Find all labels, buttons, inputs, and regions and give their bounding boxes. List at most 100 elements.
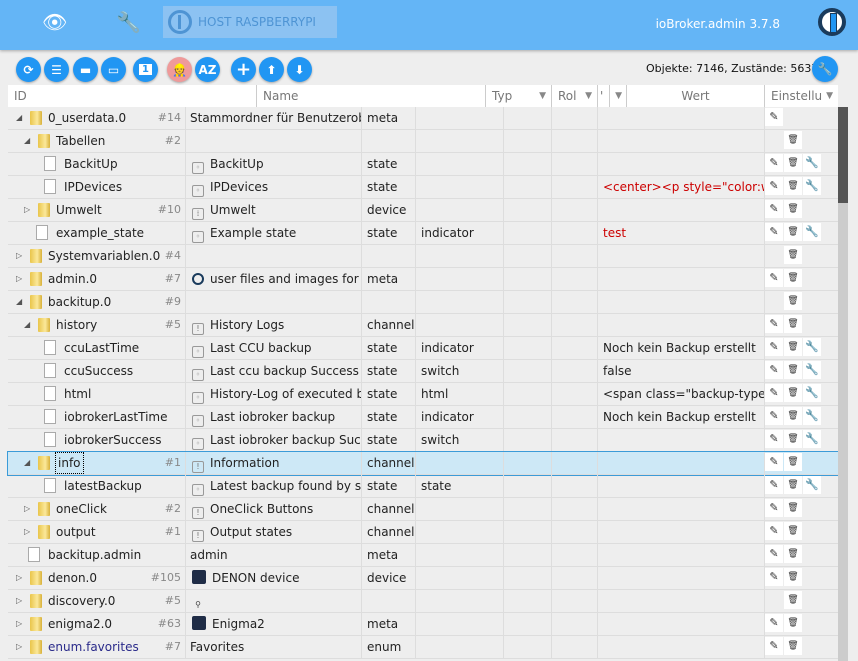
edit-button[interactable]: ✎ bbox=[765, 108, 783, 126]
table-row[interactable]: ▷ output #1! Output states channel ✎ 🗑 bbox=[8, 521, 838, 544]
value-cell[interactable] bbox=[598, 429, 765, 451]
delete-button[interactable]: 🗑 bbox=[784, 568, 802, 586]
delete-button[interactable]: 🗑 bbox=[784, 315, 802, 333]
object-id[interactable]: BackitUp bbox=[64, 153, 118, 175]
delete-button[interactable]: 🗑 bbox=[784, 522, 802, 540]
table-row[interactable]: example_state ◦ Example state state indicato… bbox=[8, 222, 838, 245]
column-function[interactable]: ▼ bbox=[610, 85, 627, 107]
table-row[interactable]: ▷ enum.favorites #7 Favorites enum ✎ 🗑 bbox=[8, 636, 838, 659]
edit-button[interactable]: ✎ bbox=[765, 522, 783, 540]
value-cell[interactable] bbox=[598, 314, 765, 336]
scrollbar[interactable] bbox=[838, 107, 848, 661]
table-row[interactable]: ▷ denon.0 #105 DENON device device ✎ 🗑 bbox=[8, 567, 838, 590]
value-cell[interactable]: false bbox=[598, 360, 765, 382]
table-row[interactable]: backitup.admin admin meta ✎ 🗑 bbox=[8, 544, 838, 567]
dropdown-icon[interactable]: ▼ bbox=[585, 85, 592, 107]
column-value[interactable]: Wert bbox=[627, 85, 765, 107]
collapse-icon[interactable]: ◢ bbox=[24, 452, 30, 474]
edit-button[interactable]: ✎ bbox=[765, 476, 783, 494]
refresh-button[interactable]: ⟳ bbox=[16, 57, 41, 82]
expand-icon[interactable]: ▷ bbox=[16, 613, 22, 635]
expert-mode-button[interactable]: 👷 bbox=[167, 57, 192, 82]
edit-button[interactable]: ✎ bbox=[765, 177, 783, 195]
object-id[interactable]: html bbox=[64, 383, 91, 405]
value-cell[interactable]: Noch kein Backup erstellt bbox=[598, 406, 765, 428]
delete-button[interactable]: 🗑 bbox=[784, 200, 802, 218]
expand-icon[interactable]: ▷ bbox=[16, 268, 22, 290]
value-cell[interactable] bbox=[598, 475, 765, 497]
dropdown-icon[interactable]: ▼ bbox=[615, 85, 622, 107]
object-id[interactable]: oneClick bbox=[56, 498, 107, 520]
edit-button[interactable]: ✎ bbox=[765, 545, 783, 563]
object-id[interactable]: output bbox=[56, 521, 96, 543]
edit-button[interactable]: ✎ bbox=[765, 568, 783, 586]
object-id[interactable]: Tabellen bbox=[56, 130, 105, 152]
custom-settings-button[interactable]: 🔧 bbox=[803, 154, 821, 172]
value-cell[interactable] bbox=[598, 291, 765, 313]
table-row[interactable]: ◢ Tabellen #2 🗑 bbox=[8, 130, 838, 153]
delete-button[interactable]: 🗑 bbox=[784, 131, 802, 149]
delete-button[interactable]: 🗑 bbox=[784, 338, 802, 356]
custom-settings-button[interactable]: 🔧 bbox=[803, 177, 821, 195]
collapse-icon[interactable]: ◢ bbox=[16, 107, 22, 129]
object-id[interactable]: latestBackup bbox=[64, 475, 142, 497]
delete-button[interactable]: 🗑 bbox=[784, 154, 802, 172]
value-cell[interactable] bbox=[598, 613, 765, 635]
host-selector[interactable]: HOST RASPBERRYPI bbox=[163, 6, 337, 38]
expand-icon[interactable]: ▷ bbox=[16, 636, 22, 658]
custom-settings-button[interactable]: 🔧 bbox=[803, 407, 821, 425]
value-cell[interactable] bbox=[598, 498, 765, 520]
custom-settings-button[interactable]: 🔧 bbox=[803, 384, 821, 402]
delete-button[interactable]: 🗑 bbox=[784, 614, 802, 632]
table-row[interactable]: ▷ admin.0 #7 user files and images for ... m… bbox=[8, 268, 838, 291]
object-id[interactable]: IPDevices bbox=[64, 176, 122, 198]
eye-icon[interactable]: 👁 bbox=[42, 10, 67, 34]
id-button[interactable]: 1 bbox=[133, 57, 158, 82]
value-cell[interactable] bbox=[598, 199, 765, 221]
object-id[interactable]: Umwelt bbox=[56, 199, 102, 221]
delete-button[interactable]: 🗑 bbox=[784, 177, 802, 195]
object-id[interactable]: ccuLastTime bbox=[64, 337, 139, 359]
list-view-button[interactable]: ☰ bbox=[44, 57, 69, 82]
object-id[interactable]: denon.0 bbox=[48, 567, 97, 589]
add-button[interactable]: + bbox=[231, 57, 256, 82]
iobroker-logo-icon[interactable] bbox=[818, 8, 846, 36]
custom-settings-button[interactable]: 🔧 bbox=[803, 361, 821, 379]
object-id[interactable]: backitup.admin bbox=[48, 544, 141, 566]
value-cell[interactable] bbox=[598, 452, 765, 474]
delete-button[interactable]: 🗑 bbox=[784, 453, 802, 471]
edit-button[interactable]: ✎ bbox=[765, 315, 783, 333]
object-id[interactable]: iobrokerLastTime bbox=[64, 406, 168, 428]
object-id[interactable]: discovery.0 bbox=[48, 590, 115, 612]
expand-icon[interactable]: ▷ bbox=[16, 245, 22, 267]
table-row[interactable]: html ◦ History-Log of executed b... state ht… bbox=[8, 383, 838, 406]
table-row[interactable]: ccuSuccess ◦ Last ccu backup Success state s… bbox=[8, 360, 838, 383]
table-row[interactable]: latestBackup ◦ Latest backup found by st..… bbox=[8, 475, 838, 498]
value-cell[interactable] bbox=[598, 636, 765, 658]
folder-button[interactable]: ▬ bbox=[73, 57, 98, 82]
value-cell[interactable] bbox=[598, 521, 765, 543]
table-row[interactable]: ◢ 0_userdata.0 #14 Stammordner für Benutzer… bbox=[8, 107, 838, 130]
object-id[interactable]: Systemvariablen.0 bbox=[48, 245, 160, 267]
delete-button[interactable]: 🗑 bbox=[784, 637, 802, 655]
object-id[interactable]: iobrokerSuccess bbox=[64, 429, 161, 451]
sort-az-button[interactable]: AZ bbox=[195, 57, 220, 82]
object-id[interactable]: backitup.0 bbox=[48, 291, 111, 313]
edit-button[interactable]: ✎ bbox=[765, 338, 783, 356]
value-cell[interactable]: <center><p style="color:whi bbox=[598, 176, 765, 198]
object-id[interactable]: info bbox=[55, 452, 84, 474]
delete-button[interactable]: 🗑 bbox=[784, 545, 802, 563]
table-row[interactable]: BackitUp ◦ BackitUp state ✎ 🗑 🔧 bbox=[8, 153, 838, 176]
value-cell[interactable] bbox=[598, 245, 765, 267]
value-cell[interactable] bbox=[598, 268, 765, 290]
value-cell[interactable] bbox=[598, 107, 765, 129]
edit-button[interactable]: ✎ bbox=[765, 407, 783, 425]
value-cell[interactable]: <span class="backup-type-tot bbox=[598, 383, 765, 405]
delete-button[interactable]: 🗑 bbox=[784, 384, 802, 402]
value-cell[interactable] bbox=[598, 590, 765, 612]
custom-settings-button[interactable]: 🔧 bbox=[803, 430, 821, 448]
wrench-icon[interactable]: 🔧 bbox=[116, 10, 141, 34]
settings-button[interactable]: 🔧 bbox=[812, 56, 838, 82]
column-name[interactable]: Name bbox=[257, 85, 486, 107]
edit-button[interactable]: ✎ bbox=[765, 361, 783, 379]
